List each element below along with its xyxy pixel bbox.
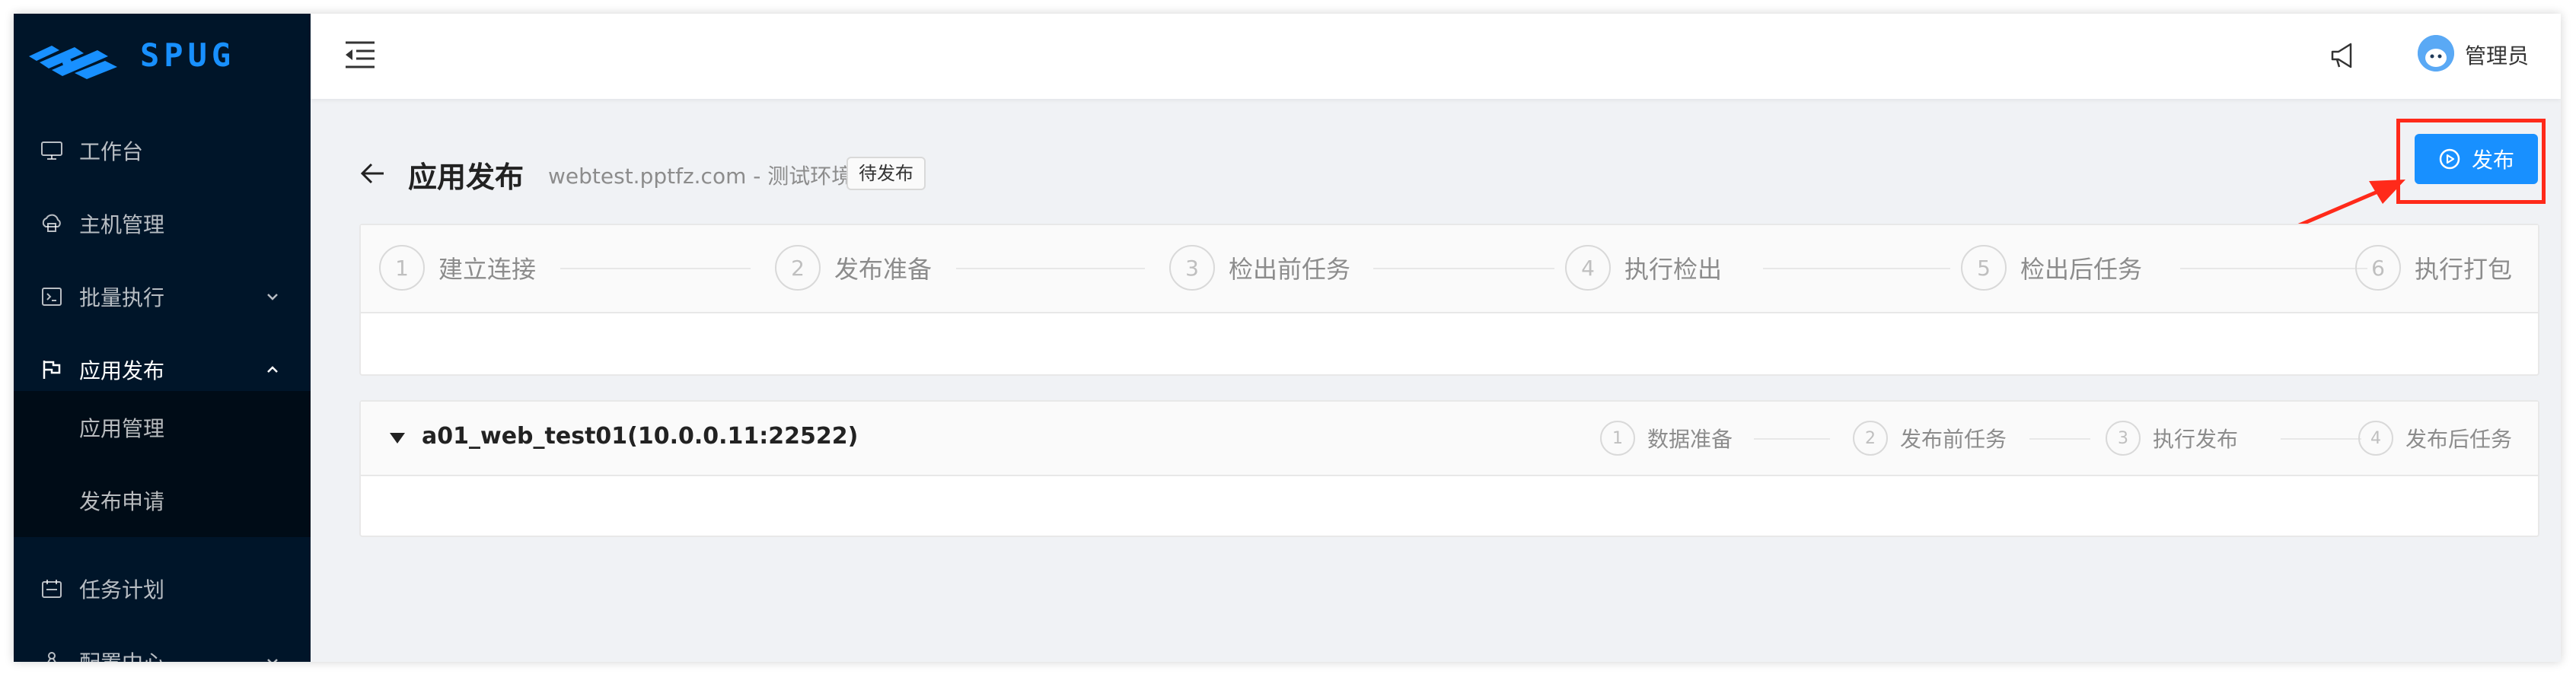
sidebar-item-schedule[interactable]: 任务计划 [14, 552, 311, 625]
step-connector [1763, 268, 1950, 269]
page-subtitle: webtest.pptfz.com - 测试环境 [548, 164, 853, 189]
host-card-header[interactable]: a01_web_test01(10.0.0.11:22522) 1 数据准备 2… [361, 402, 2538, 476]
host-title: a01_web_test01(10.0.0.11:22522) [422, 423, 859, 450]
sidebar-item-label: 应用发布 [79, 358, 165, 383]
avatar-face-icon [2418, 35, 2454, 72]
code-icon [42, 288, 62, 306]
sidebar-item-label: 工作台 [79, 139, 144, 164]
sidebar-item-config-center[interactable]: 配置中心 [14, 625, 311, 662]
step-number: 3 [2106, 421, 2141, 456]
sidebar-item-label: 任务计划 [79, 577, 165, 602]
play-circle-icon [2439, 148, 2460, 170]
step-label: 执行打包 [2415, 255, 2513, 284]
step-item: 6 执行打包 [2355, 243, 2512, 292]
cloud-server-icon [42, 214, 61, 232]
app-window: SPUG 工作台 主机管理 批量执行 应用发布 应用管理 发布申请 任务计划 管… [14, 14, 2561, 662]
release-steps-card: 1 建立连接 2 发布准备 3 检出前任务 4 执行检出 5 检出后任务 6 执… [359, 224, 2539, 376]
step-number: 4 [1565, 245, 1611, 291]
step-label: 建立连接 [438, 255, 537, 284]
sidebar-item-label: 批量执行 [79, 285, 165, 310]
sidebar-subitem-app-management[interactable]: 应用管理 [14, 391, 311, 464]
step-label: 发布前任务 [1900, 427, 2007, 452]
step-item: 5 检出后任务 [1961, 243, 2142, 292]
step-number: 1 [1600, 421, 1635, 456]
step-number: 1 [379, 245, 425, 291]
chevron-down-icon [267, 659, 278, 662]
chevron-down-icon [267, 294, 278, 300]
chevron-up-icon [267, 366, 278, 373]
step-connector [2281, 438, 2361, 440]
status-badge: 待发布 [846, 157, 926, 190]
logo[interactable]: SPUG [14, 14, 311, 113]
caret-down-icon[interactable] [388, 431, 406, 446]
desktop-icon [41, 141, 62, 160]
step-connector [1373, 268, 1554, 269]
step-number: 5 [1961, 245, 2007, 291]
back-arrow-icon[interactable] [359, 160, 387, 187]
step-number: 2 [775, 245, 821, 291]
step-item: 2 发布准备 [775, 243, 932, 292]
page-title: 应用发布 [408, 161, 524, 194]
main-content: 应用发布 webtest.pptfz.com - 测试环境 待发布 发布 1 建… [311, 99, 2561, 662]
step-label: 检出后任务 [2020, 255, 2143, 284]
flag-icon [43, 361, 61, 379]
publish-button-label: 发布 [2471, 148, 2514, 173]
step-number: 2 [1853, 421, 1888, 456]
step-item: 1 建立连接 [379, 243, 536, 292]
step-label: 执行检出 [1624, 255, 1723, 284]
host-step-item: 4 发布后任务 [2358, 417, 2512, 459]
submenu: 应用管理 发布申请 [14, 391, 311, 537]
step-item: 3 检出前任务 [1169, 243, 1350, 292]
step-label: 发布准备 [834, 255, 933, 284]
sidebar-item-dashboard[interactable]: 工作台 [14, 114, 311, 187]
step-label: 发布后任务 [2405, 427, 2513, 452]
step-connector [2029, 438, 2090, 440]
sidebar-item-label: 配置中心 [79, 647, 164, 662]
step-label: 数据准备 [1647, 427, 1733, 452]
step-number: 6 [2355, 245, 2401, 291]
step-connector [1754, 438, 1830, 440]
step-connector [956, 268, 1145, 269]
logo-mark-icon [29, 46, 117, 79]
step-number: 3 [1169, 245, 1215, 291]
notification-icon[interactable] [2329, 41, 2357, 70]
top-header: 管理员 [311, 14, 2561, 99]
sidebar-subitem-label: 应用管理 [79, 416, 165, 441]
sidebar: SPUG 工作台 主机管理 批量执行 应用发布 应用管理 发布申请 任务计划 [14, 14, 311, 662]
sidebar-item-batch-exec[interactable]: 批量执行 [14, 260, 311, 333]
sidebar-subitem-label: 发布申请 [79, 489, 165, 514]
host-step-item: 3 执行发布 [2106, 417, 2238, 459]
step-connector [2180, 268, 2367, 269]
step-number: 4 [2358, 421, 2393, 456]
deployment-icon [47, 652, 56, 662]
step-item: 4 执行检出 [1565, 243, 1722, 292]
step-label: 检出前任务 [1229, 255, 1351, 284]
host-step-item: 2 发布前任务 [1853, 417, 2007, 459]
sidebar-item-hosts[interactable]: 主机管理 [14, 187, 311, 260]
host-card: a01_web_test01(10.0.0.11:22522) 1 数据准备 2… [359, 400, 2539, 537]
avatar[interactable] [2418, 35, 2454, 72]
release-steps: 1 建立连接 2 发布准备 3 检出前任务 4 执行检出 5 检出后任务 6 执… [361, 225, 2538, 313]
schedule-icon [42, 580, 62, 598]
sidebar-item-label: 主机管理 [79, 212, 165, 237]
step-label: 执行发布 [2153, 427, 2239, 452]
menu-fold-icon[interactable] [344, 40, 376, 70]
step-connector [560, 268, 751, 269]
brand-name: SPUG [140, 37, 236, 74]
host-step-item: 1 数据准备 [1600, 417, 1733, 459]
user-name[interactable]: 管理员 [2465, 40, 2529, 70]
sidebar-subitem-release-request[interactable]: 发布申请 [14, 464, 311, 537]
